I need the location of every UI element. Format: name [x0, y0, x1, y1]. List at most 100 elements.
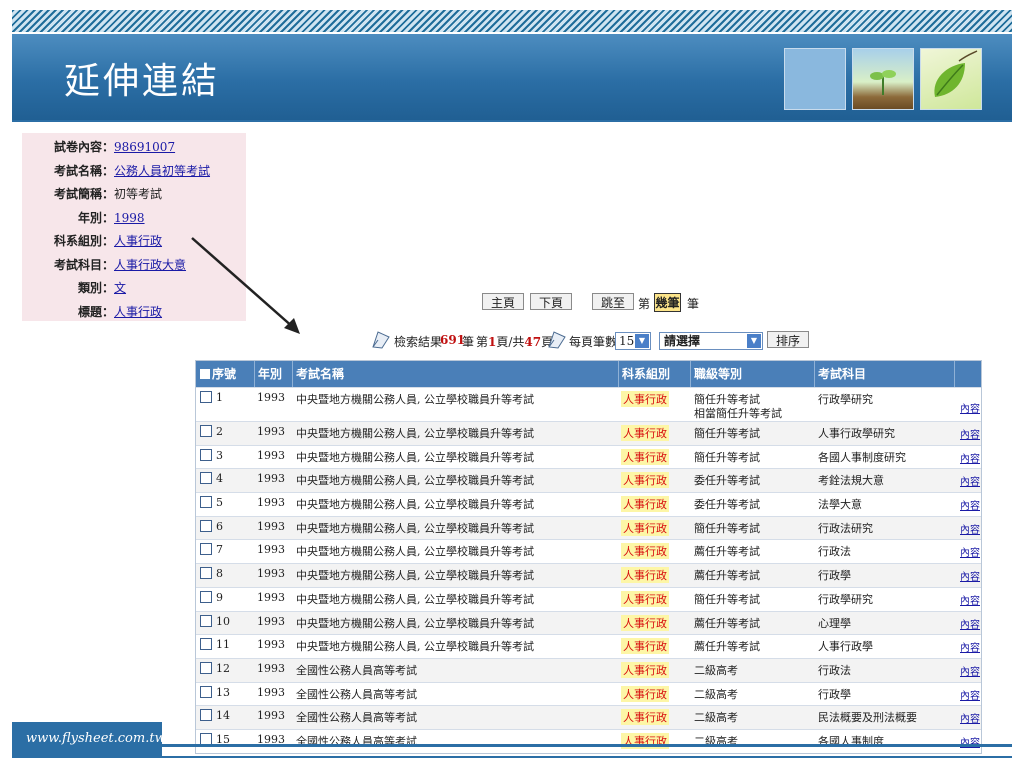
sort-field-select[interactable]: 請選擇 ▼ [659, 332, 763, 350]
row-no: 14 [216, 709, 230, 723]
result-unit: 筆 [462, 335, 475, 349]
row-year: 1993 [257, 543, 285, 557]
row-year: 1993 [257, 614, 285, 628]
row-no: 8 [216, 567, 223, 581]
row-checkbox[interactable] [200, 496, 212, 509]
row-dept: 人事行政 [621, 425, 669, 441]
row-subject: 考銓法規大意 [818, 474, 884, 488]
table-row: 7 1993 中央暨地方機關公務人員, 公立學校職員升等考試 人事行政 薦任升等考試 行政… [196, 539, 981, 563]
table-row: 5 1993 中央暨地方機關公務人員, 公立學校職員升等考試 人事行政 委任升等考試 法學… [196, 492, 981, 516]
info-label: 試卷內容： [53, 140, 114, 154]
row-detail-link[interactable]: 內容 [960, 400, 980, 415]
row-detail-link[interactable]: 內容 [960, 710, 980, 725]
row-checkbox[interactable] [200, 614, 212, 627]
row-detail-link[interactable]: 內容 [960, 592, 980, 607]
row-checkbox[interactable] [200, 685, 212, 698]
table-body: 1 1993 中央暨地方機關公務人員, 公立學校職員升等考試 人事行政 簡任升等考試 行政… [196, 387, 981, 753]
row-detail-link[interactable]: 內容 [960, 497, 980, 512]
table-row: 13 1993 全國性公務人員高等考試 人事行政 二級高考 行政學 內容 [196, 681, 981, 706]
table-row: 1 1993 中央暨地方機關公務人員, 公立學校職員升等考試 人事行政 簡任升等考試 行政… [196, 387, 981, 421]
row-checkbox[interactable] [200, 543, 212, 556]
select-all-checkbox[interactable] [200, 369, 210, 379]
row-year: 1993 [257, 590, 285, 604]
header-grade: 職級等別 [690, 361, 814, 387]
row-detail-link[interactable]: 內容 [960, 544, 980, 559]
header-dept: 科系組別 [618, 361, 690, 387]
row-year: 1993 [257, 567, 285, 581]
info-value-link[interactable]: 98691007 [114, 136, 175, 158]
row-checkbox[interactable] [200, 661, 212, 674]
row-checkbox[interactable] [200, 519, 212, 532]
row-exam-name: 全國性公務人員高等考試 [296, 687, 417, 701]
row-subject: 心理學 [818, 616, 851, 630]
table-row: 151993全國性公務人員高等考試人事行政二級高考各國人事制度內容 [196, 728, 981, 753]
row-checkbox[interactable] [200, 448, 212, 461]
row-dept: 人事行政 [621, 567, 669, 584]
row-checkbox[interactable] [200, 709, 212, 722]
info-value: 初等考試 [114, 187, 163, 201]
row-no: 2 [216, 425, 223, 438]
row-grade-secondary: 相當簡任升等考試 [694, 407, 782, 420]
info-value-link[interactable]: 人事行政 [114, 230, 162, 252]
row-detail-link[interactable]: 內容 [960, 426, 980, 441]
row-detail-link[interactable]: 內容 [960, 639, 980, 654]
title-bar: 延伸連結 [12, 32, 1012, 120]
per-page-select[interactable]: 15 ▼ [615, 332, 651, 350]
row-grade: 委任升等考試 [694, 474, 760, 488]
row-detail-link[interactable]: 內容 [960, 616, 980, 631]
row-checkbox[interactable] [200, 472, 212, 485]
info-row: 考試簡稱： 初等考試 [22, 183, 246, 205]
row-subject: 人事行政學 [818, 640, 873, 654]
info-value-link[interactable]: 公務人員初等考試 [114, 160, 210, 182]
jump-button[interactable]: 跳至 [592, 293, 634, 310]
row-checkbox[interactable] [200, 567, 212, 580]
row-dept: 人事行政 [621, 472, 669, 489]
row-detail-link[interactable]: 內容 [960, 663, 980, 678]
table-header: 序號 年別 考試名稱 科系組別 職級等別 考試科目 [196, 361, 981, 387]
decor-tile-blank [784, 48, 846, 110]
row-year: 1993 [257, 496, 285, 510]
info-value-link[interactable]: 人事行政大意 [114, 254, 186, 276]
row-grade: 二級高考 [694, 687, 738, 701]
info-value-link[interactable]: 人事行政 [114, 301, 162, 323]
row-year: 1993 [257, 685, 285, 699]
row-detail-link[interactable]: 內容 [960, 473, 980, 488]
table-row: 11 1993 中央暨地方機關公務人員, 公立學校職員升等考試 人事行政 薦任升等考試 人… [196, 634, 981, 658]
row-checkbox[interactable] [200, 590, 212, 603]
footer-band: www.flysheet.com.tw [12, 722, 166, 756]
sort-button[interactable]: 排序 [767, 331, 809, 348]
row-checkbox[interactable] [200, 425, 212, 437]
info-value-link[interactable]: 文 [114, 277, 126, 299]
row-no: 7 [216, 543, 223, 557]
next-page-button[interactable]: 下頁 [530, 293, 572, 310]
row-dept: 人事行政 [621, 614, 669, 631]
row-dept: 人事行政 [621, 448, 669, 465]
info-label: 考試名稱： [53, 163, 114, 178]
row-grade: 薦任升等考試 [694, 545, 760, 559]
table-row: 2 1993 中央暨地方機關公務人員, 公立學校職員升等考試 人事行政 簡任升等考試 人事… [196, 421, 981, 445]
jump-page-input[interactable]: 幾筆 [654, 293, 681, 312]
row-exam-name: 全國性公務人員高等考試 [296, 711, 417, 725]
header-year: 年別 [254, 361, 292, 387]
row-detail-link[interactable]: 內容 [960, 521, 980, 536]
row-grade: 二級高考 [694, 663, 738, 677]
row-no: 13 [216, 685, 230, 699]
row-detail-link[interactable]: 內容 [960, 687, 980, 702]
row-subject: 行政學 [818, 569, 851, 583]
home-button[interactable]: 主頁 [482, 293, 524, 310]
row-detail-link[interactable]: 內容 [960, 568, 980, 583]
table-row: 6 1993 中央暨地方機關公務人員, 公立學校職員升等考試 人事行政 簡任升等考試 行政… [196, 515, 981, 540]
row-subject: 行政學研究 [818, 592, 873, 606]
row-dept: 人事行政 [621, 661, 669, 678]
row-detail-link[interactable]: 內容 [960, 450, 980, 465]
row-checkbox[interactable] [200, 638, 212, 651]
jump-suffix: 筆 [687, 297, 700, 311]
row-checkbox[interactable] [200, 391, 212, 403]
page-info: 第1頁/共47頁 [476, 335, 554, 349]
search-result-icon [372, 331, 390, 349]
row-grade: 薦任升等考試 [694, 640, 760, 654]
footer-line [162, 744, 1012, 747]
row-exam-name: 中央暨地方機關公務人員, 公立學校職員升等考試 [296, 640, 534, 654]
row-exam-name: 中央暨地方機關公務人員, 公立學校職員升等考試 [296, 474, 534, 488]
info-value-link[interactable]: 1998 [114, 207, 145, 229]
